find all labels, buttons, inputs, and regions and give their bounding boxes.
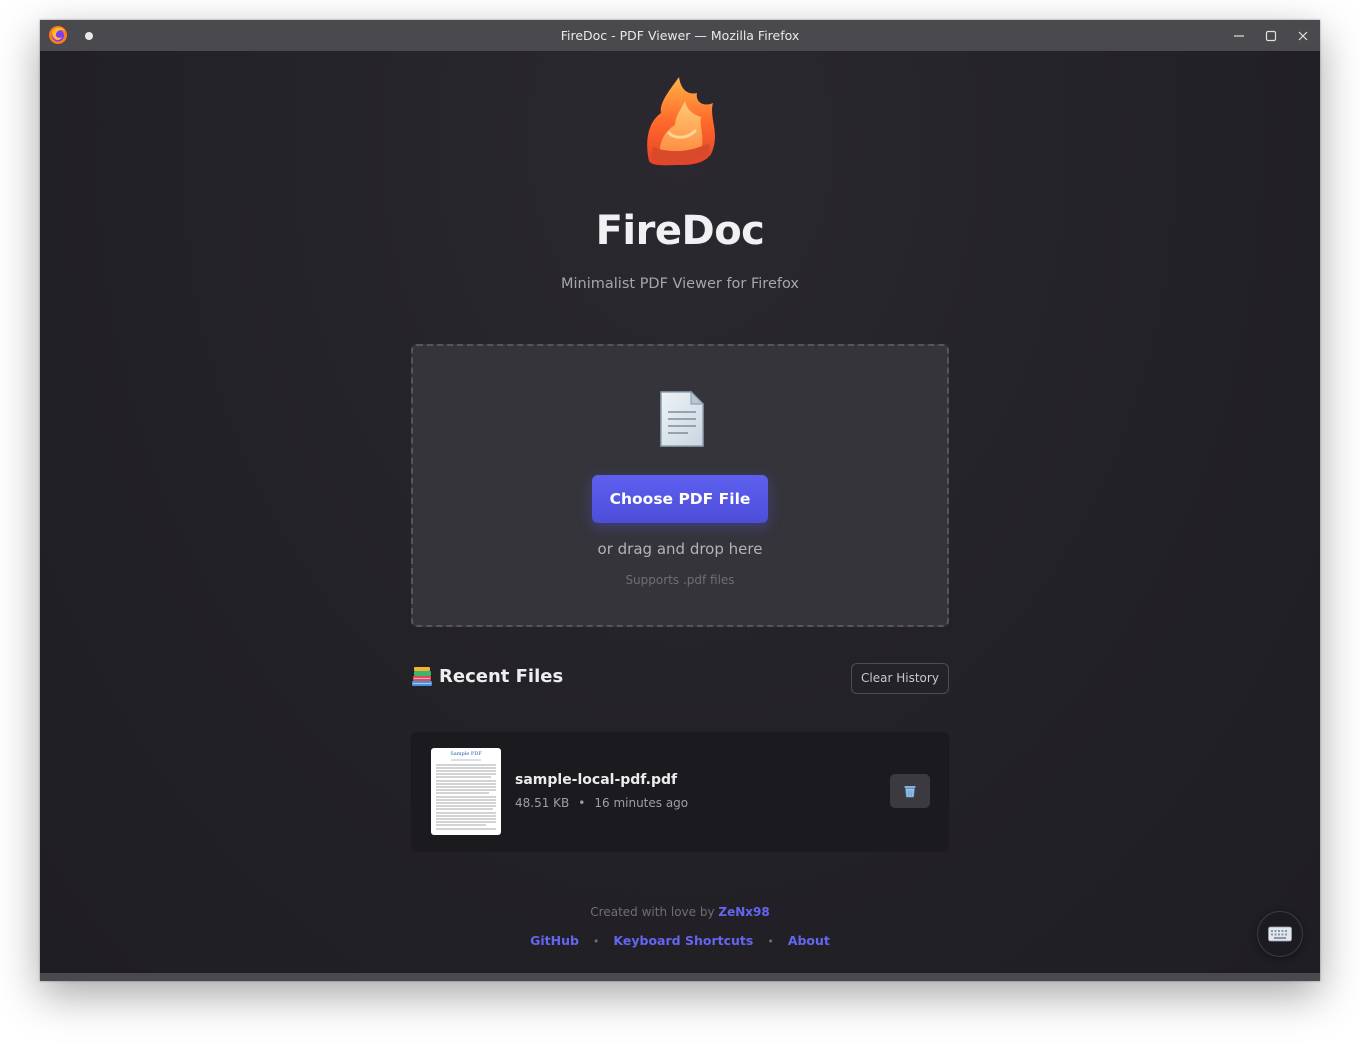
recent-file-item[interactable]: Sample PDF sample-local-pdf.pdf 48.51 KB…: [411, 732, 949, 852]
pdf-dropzone[interactable]: Choose PDF File or drag and drop here Su…: [411, 344, 949, 627]
recent-files-title: Recent Files: [439, 666, 564, 687]
thumbnail-text-lines: [436, 759, 496, 830]
books-icon: [412, 667, 432, 686]
author-link[interactable]: ZeNx98: [718, 905, 769, 919]
browser-window: FireDoc - PDF Viewer — Mozilla Firefox F…: [40, 20, 1320, 981]
pdf-thumbnail: Sample PDF: [431, 748, 501, 835]
footer-credit: Created with love by ZeNx98: [40, 905, 1320, 919]
flame-document-icon: [647, 77, 715, 166]
recent-files-header: Recent Files Clear History: [411, 663, 949, 695]
maximize-button[interactable]: [1260, 25, 1282, 47]
about-link[interactable]: About: [788, 933, 830, 948]
keyboard-shortcuts-link[interactable]: Keyboard Shortcuts: [613, 933, 753, 948]
minimize-button[interactable]: [1228, 25, 1250, 47]
file-meta: 48.51 KB • 16 minutes ago: [515, 796, 688, 810]
keyboard-icon: [1268, 926, 1292, 942]
document-icon: [660, 390, 705, 447]
window-bottom-border: [40, 973, 1320, 981]
titlebar: FireDoc - PDF Viewer — Mozilla Firefox: [40, 20, 1320, 51]
supported-formats-note: Supports .pdf files: [625, 573, 735, 587]
page-content: FireDoc Minimalist PDF Viewer for Firefo…: [40, 51, 1320, 973]
app-tagline: Minimalist PDF Viewer for Firefox: [561, 276, 799, 292]
delete-file-button[interactable]: [890, 774, 930, 808]
clear-history-button[interactable]: Clear History: [851, 663, 949, 694]
github-link[interactable]: GitHub: [530, 933, 579, 948]
footer-links: GitHub • Keyboard Shortcuts • About: [40, 933, 1320, 948]
app-title: FireDoc: [595, 208, 765, 254]
minimize-icon: [1234, 35, 1244, 37]
drag-drop-hint: or drag and drop here: [597, 540, 763, 558]
close-button[interactable]: [1292, 25, 1314, 47]
keyboard-shortcuts-button[interactable]: [1257, 911, 1303, 957]
choose-pdf-button[interactable]: Choose PDF File: [592, 475, 768, 523]
file-size: 48.51 KB: [515, 796, 570, 810]
trash-icon: [904, 786, 916, 798]
credit-text: Created with love by: [590, 905, 719, 919]
maximize-icon: [1265, 30, 1277, 42]
close-icon: [1298, 31, 1308, 41]
footer-separator: •: [767, 935, 774, 948]
window-title: FireDoc - PDF Viewer — Mozilla Firefox: [560, 28, 800, 43]
meta-separator: •: [578, 796, 586, 810]
file-time: 16 minutes ago: [594, 796, 689, 810]
footer-separator: •: [592, 935, 600, 948]
file-name[interactable]: sample-local-pdf.pdf: [515, 772, 677, 788]
